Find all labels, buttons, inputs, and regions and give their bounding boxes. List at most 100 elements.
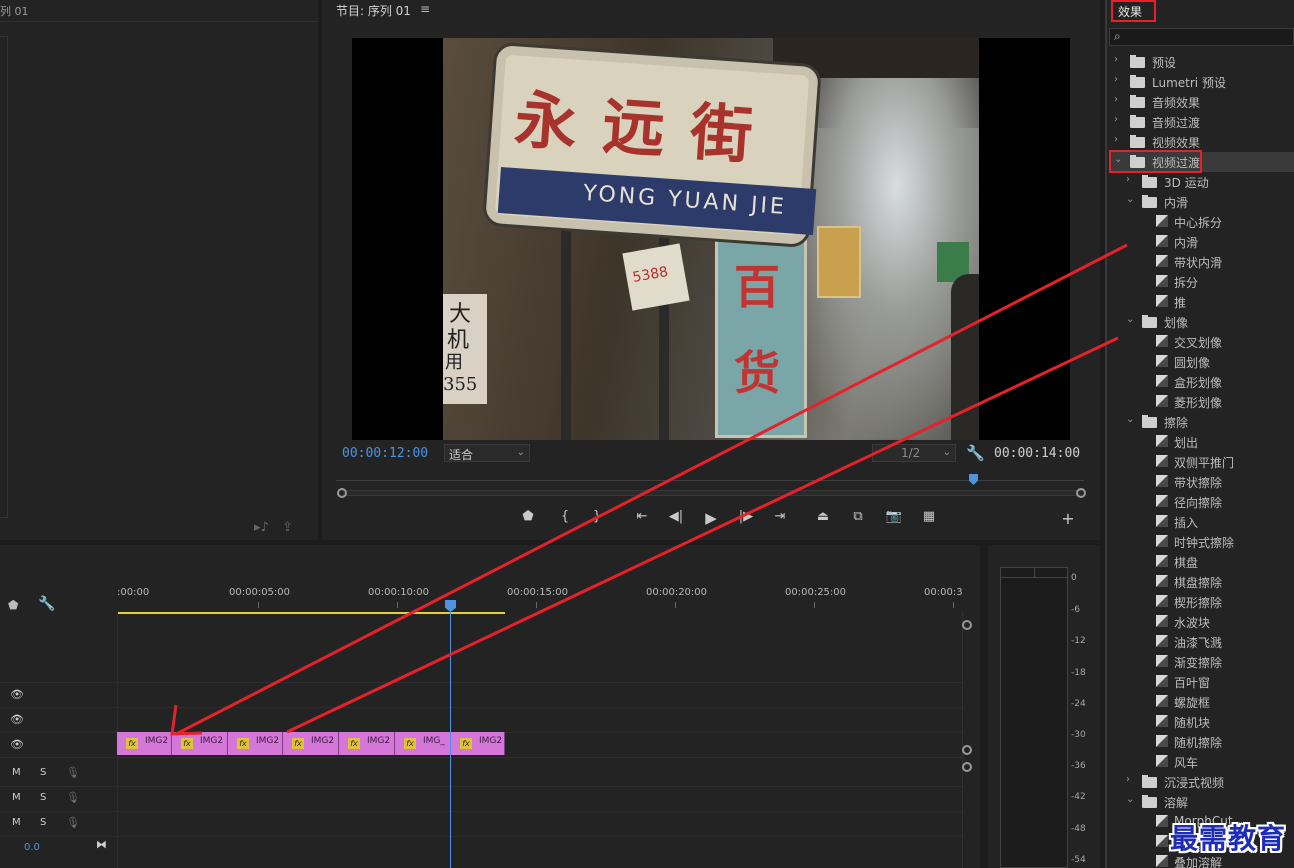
effect-item[interactable]: 带状擦除 [1110,472,1294,492]
master-bowtie-icon[interactable]: ⧓ [96,838,107,851]
chevron-down-icon[interactable]: ⌄ [1126,194,1134,205]
voice-over-mic-icon[interactable]: 🎙 [66,816,80,829]
scroll-handle[interactable] [962,745,972,755]
video-clip[interactable]: fx IMG_ [395,732,451,755]
settings-wrench-icon[interactable]: 🔧 [966,444,985,462]
lift-icon[interactable]: ⏏ [812,509,834,524]
master-volume-value[interactable]: 0.0 [24,842,40,853]
playback-resolution-select[interactable]: 1/2 ⌄ [872,444,956,462]
chevron-down-icon[interactable]: ⌄ [1126,794,1134,805]
insert-icon[interactable]: ▸♪ [254,520,269,535]
video-clip[interactable]: fx IMG2 [228,732,283,755]
work-area-bar[interactable] [117,612,505,614]
add-marker-icon[interactable]: ⬟ [517,509,539,524]
effect-item[interactable]: 油漆飞溅 [1110,632,1294,652]
effect-item[interactable]: 时钟式擦除 [1110,532,1294,552]
effect-item[interactable]: 推 [1110,292,1294,312]
toggle-track-output-eye-icon[interactable]: 👁 [10,738,24,751]
effects-folder[interactable]: › 音频过渡 [1110,112,1294,132]
chevron-right-icon[interactable]: › [1114,114,1118,125]
video-clip[interactable]: fx IMG2 [283,732,339,755]
effects-folder[interactable]: › Lumetri 预设 [1110,72,1294,92]
effect-item[interactable]: 拆分 [1110,272,1294,292]
effects-folder[interactable]: ⌄ 内滑 [1110,192,1294,212]
solo-track-button[interactable]: S [40,817,46,828]
mark-in-icon[interactable]: { [554,509,576,524]
effects-panel-tab[interactable]: 效果 [1111,0,1156,22]
chevron-right-icon[interactable]: › [1114,54,1118,65]
chevron-right-icon[interactable]: › [1114,94,1118,105]
panel-menu-icon[interactable]: ≡ [420,2,430,16]
effect-item[interactable]: 盒形划像 [1110,372,1294,392]
effects-search-input[interactable] [1109,28,1294,46]
scroll-handle-left[interactable] [337,488,347,498]
step-back-icon[interactable]: ◀| [665,509,687,524]
effects-folder[interactable]: › 音频效果 [1110,92,1294,112]
video-clip[interactable]: fx IMG2 [339,732,395,755]
current-timecode[interactable]: 00:00:12:00 [342,446,428,461]
timeline-settings-wrench-icon[interactable]: 🔧 [38,596,55,612]
toggle-track-output-eye-icon[interactable]: 👁 [10,688,24,701]
effects-folder[interactable]: › 预设 [1110,52,1294,72]
scroll-handle[interactable] [962,762,972,772]
button-editor-plus-icon[interactable]: + [1057,509,1079,528]
export-frame-camera-icon[interactable]: 📷 [883,509,905,524]
effect-item[interactable]: 带状内滑 [1110,252,1294,272]
program-monitor-title[interactable]: 节目: 序列 01 [336,2,411,19]
effect-item[interactable]: 风车 [1110,752,1294,772]
effects-folder[interactable]: ⌄ 划像 [1110,312,1294,332]
chevron-right-icon[interactable]: › [1114,74,1118,85]
voice-over-mic-icon[interactable]: 🎙 [66,766,80,779]
voice-over-mic-icon[interactable]: 🎙 [66,791,80,804]
mark-out-icon[interactable]: } [586,509,608,524]
chevron-down-icon[interactable]: ⌄ [1126,314,1134,325]
effect-item[interactable]: 径向擦除 [1110,492,1294,512]
mute-track-button[interactable]: M [12,817,21,828]
chevron-right-icon[interactable]: › [1126,774,1130,785]
effect-item[interactable]: 双侧平推门 [1110,452,1294,472]
zoom-scroll-bar[interactable] [342,490,1082,496]
add-marker-icon[interactable]: ⬟ [8,598,18,612]
scroll-handle[interactable] [962,620,972,630]
effect-item[interactable]: 交叉划像 [1110,332,1294,352]
zoom-level-select[interactable]: 适合 ⌄ [444,444,530,462]
playhead-marker[interactable] [969,474,978,485]
video-clip[interactable]: fx IMG2 [117,732,172,755]
effect-item[interactable]: 随机擦除 [1110,732,1294,752]
effect-item[interactable]: 中心拆分 [1110,212,1294,232]
solo-track-button[interactable]: S [40,767,46,778]
play-icon[interactable]: ▶ [700,509,722,527]
effects-folder[interactable]: › 沉浸式视频 [1110,772,1294,792]
extract-icon[interactable]: ⧉ [847,509,869,524]
effect-item[interactable]: 插入 [1110,512,1294,532]
effect-item[interactable]: 螺旋框 [1110,692,1294,712]
effect-item[interactable]: 随机块 [1110,712,1294,732]
chevron-right-icon[interactable]: › [1114,134,1118,145]
scroll-handle-right[interactable] [1076,488,1086,498]
effect-item[interactable]: 圆划像 [1110,352,1294,372]
source-panel-title[interactable]: 列 01 [0,0,318,22]
video-clip[interactable]: fx IMG2 [451,732,505,755]
effect-item[interactable]: 楔形擦除 [1110,592,1294,612]
export-icon[interactable]: ⇪ [282,520,293,535]
effects-folder[interactable]: ⌄ 擦除 [1110,412,1294,432]
effects-folder[interactable]: › 3D 运动 [1110,172,1294,192]
effects-folder[interactable]: ⌄ 溶解 [1110,792,1294,812]
chevron-down-icon[interactable]: ⌄ [1126,414,1134,425]
effect-item[interactable]: 棋盘 [1110,552,1294,572]
mute-track-button[interactable]: M [12,767,21,778]
effect-item[interactable]: 渐变擦除 [1110,652,1294,672]
effect-item[interactable]: 内滑 [1110,232,1294,252]
effect-item[interactable]: 百叶窗 [1110,672,1294,692]
video-clip[interactable]: fx IMG2 [172,732,228,755]
go-to-out-icon[interactable]: ⇥ [769,509,791,524]
effect-item[interactable]: 菱形划像 [1110,392,1294,412]
timeline-vertical-scrollbar[interactable] [962,612,970,868]
chevron-right-icon[interactable]: › [1126,174,1130,185]
solo-track-button[interactable]: S [40,792,46,803]
step-forward-icon[interactable]: |▶ [735,509,757,524]
effects-folder[interactable]: › 视频效果 [1110,132,1294,152]
effect-item[interactable]: 棋盘擦除 [1110,572,1294,592]
effect-item[interactable]: 水波块 [1110,612,1294,632]
go-to-in-icon[interactable]: ⇤ [631,509,653,524]
